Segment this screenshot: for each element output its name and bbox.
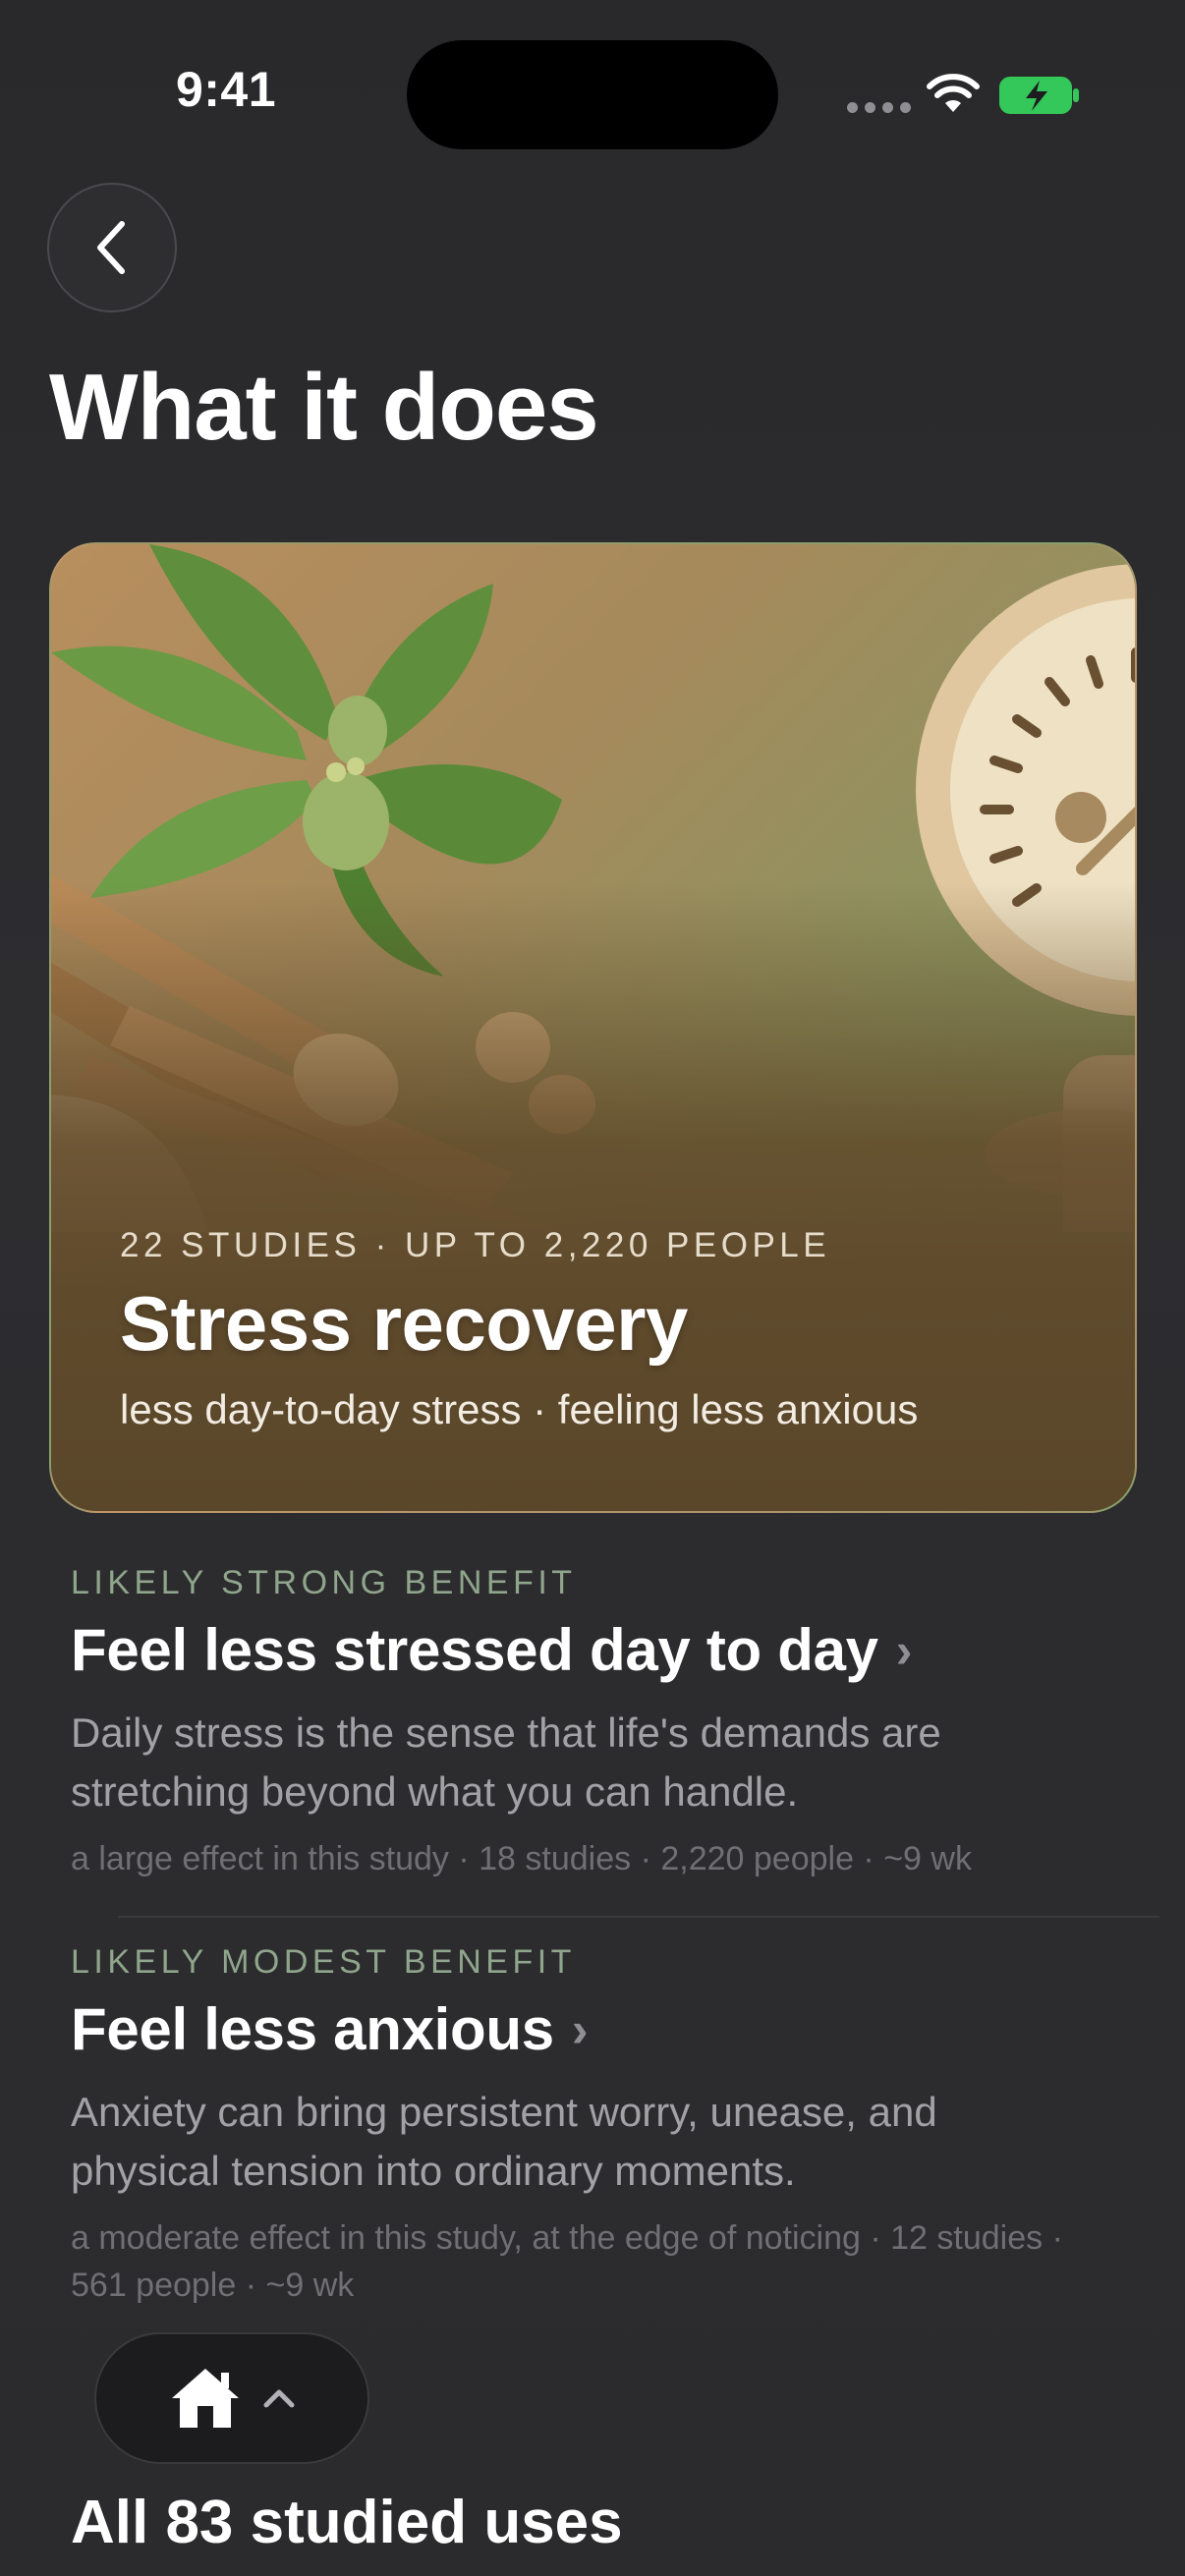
benefit-tag: LIKELY STRONG BENEFIT xyxy=(71,1564,577,1601)
chevron-right-icon: › xyxy=(571,2001,589,2057)
back-chevron-icon xyxy=(97,221,125,274)
home-menu-button[interactable] xyxy=(94,2332,369,2464)
hero-card[interactable]: 22 STUDIES · UP TO 2,220 PEOPLE Stress r… xyxy=(49,542,1137,1513)
benefit-title-row: Feel less anxious › xyxy=(71,1995,1136,2063)
section-title: All 83 studied uses xyxy=(71,2489,623,2556)
divider xyxy=(118,1916,1159,1918)
page-title: What it does xyxy=(49,355,599,460)
hero-meta: 22 STUDIES · UP TO 2,220 PEOPLE xyxy=(120,1226,831,1264)
benefit-tag: LIKELY MODEST BENEFIT xyxy=(71,1943,576,1981)
cellular-signal-icon xyxy=(847,102,911,113)
hero-title: Stress recovery xyxy=(120,1280,688,1367)
hero-subtitle: less day-to-day stress · feeling less an… xyxy=(120,1386,919,1432)
battery-charging-icon xyxy=(999,77,1079,114)
benefit-description: Anxiety can bring persistent worry, unea… xyxy=(71,2089,937,2194)
benefit-description: Daily stress is the sense that life's de… xyxy=(71,1709,941,1815)
benefit-item[interactable]: LIKELY STRONG BENEFIT Feel less stressed… xyxy=(71,1564,1136,1882)
home-icon xyxy=(172,2369,239,2428)
benefit-title-row: Feel less stressed day to day › xyxy=(71,1616,1136,1684)
benefit-item[interactable]: LIKELY MODEST BENEFIT Feel less anxious … xyxy=(71,1943,1136,2309)
screen: 9:41 What it does 22 STUDIES · UP TO 2,2… xyxy=(0,0,1185,2576)
status-time: 9:41 xyxy=(175,62,277,117)
benefit-stats: a moderate effect in this study, at the … xyxy=(71,2219,1063,2304)
dynamic-island xyxy=(407,40,778,149)
chevron-up-icon xyxy=(263,2389,295,2408)
benefit-title: Feel less stressed day to day xyxy=(71,1617,878,1683)
chevron-right-icon: › xyxy=(895,1622,913,1678)
benefit-title: Feel less anxious xyxy=(71,1996,554,2062)
hero-text: 22 STUDIES · UP TO 2,220 PEOPLE Stress r… xyxy=(120,1226,1076,1433)
back-button[interactable] xyxy=(47,183,177,312)
benefit-stats: a large effect in this study · 18 studie… xyxy=(71,1840,972,1877)
wifi-icon xyxy=(927,74,980,112)
